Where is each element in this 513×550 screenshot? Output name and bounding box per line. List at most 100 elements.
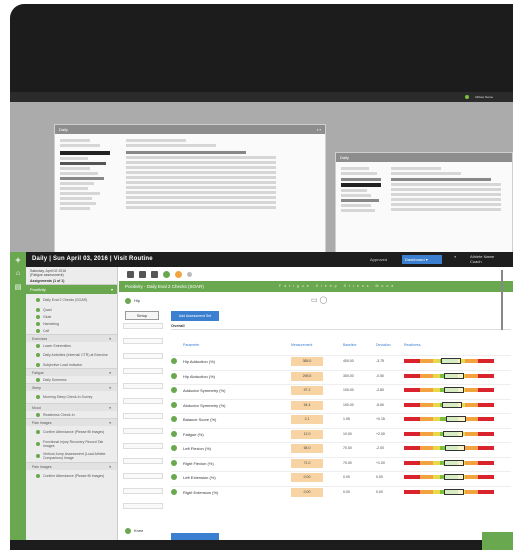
next-section-button[interactable] bbox=[171, 533, 219, 540]
sidebar-item-label: Subjective Load Indicator bbox=[43, 362, 83, 367]
print-comment-icons[interactable]: ▭ ◯ bbox=[311, 296, 327, 304]
setup-button[interactable]: Setup bbox=[125, 311, 159, 320]
add-assessment-button[interactable]: Add Assessment Set bbox=[171, 311, 219, 321]
readiness-segment bbox=[420, 446, 433, 450]
view-dropdown[interactable]: Dashboard ▾ bbox=[402, 255, 442, 264]
form-field-2[interactable] bbox=[123, 338, 163, 344]
form-field-9[interactable] bbox=[123, 443, 163, 449]
sidebar-group[interactable]: Exercises ▾ bbox=[26, 334, 117, 342]
readiness-marker bbox=[443, 387, 464, 393]
readiness-segment bbox=[404, 475, 421, 479]
column-header-measurement[interactable]: Measurement bbox=[291, 343, 312, 347]
sidebar-item[interactable]: Daily Activities (Internal/ CTR) at Exer… bbox=[26, 349, 117, 361]
background-panel-left-actions: ▪ ▪ bbox=[317, 127, 321, 132]
table-row[interactable]: Hip Abduction (%) 298.5 300.00 -0.50 bbox=[171, 369, 511, 381]
toolbar-button-3[interactable] bbox=[151, 270, 158, 278]
sidebar-item[interactable]: Daily Eval 2 Checks (SOAR) bbox=[26, 294, 117, 306]
readiness-bar bbox=[404, 387, 494, 393]
sidebar-item-label: Glute bbox=[43, 314, 52, 319]
warning-icon[interactable] bbox=[175, 270, 182, 278]
toolbar-button-1[interactable] bbox=[127, 270, 134, 278]
form-field-8[interactable] bbox=[123, 428, 163, 434]
sidebar-item[interactable]: Daily Soreness bbox=[26, 376, 117, 383]
main-content: Positivity - Daily Eval 2 Checks (SOAR) … bbox=[119, 267, 513, 540]
form-field-5[interactable] bbox=[123, 383, 163, 389]
sidebar-section-header[interactable]: Positivity ▾ bbox=[26, 285, 117, 294]
row-deviation: +0.15 bbox=[376, 417, 385, 421]
form-field-12[interactable] bbox=[123, 488, 163, 494]
row-baseline: 0.00 bbox=[343, 475, 350, 479]
form-field-1[interactable] bbox=[123, 323, 163, 329]
sidebar-item[interactable]: Confirm Attendance (Please fill images) bbox=[26, 426, 117, 438]
form-field-6[interactable] bbox=[123, 398, 163, 404]
sidebar-group-label: Pain Images bbox=[32, 465, 52, 469]
approved-link[interactable]: Approved bbox=[370, 257, 387, 262]
readiness-segment bbox=[477, 475, 494, 479]
sidebar-item[interactable]: Subjective Load Indicator bbox=[26, 361, 117, 368]
user-menu[interactable]: Athlete Name Coach bbox=[470, 254, 494, 264]
table-row[interactable]: Left Extension (%) 0.00 0.00 0.00 bbox=[171, 471, 511, 482]
toolbar-button-2[interactable] bbox=[139, 270, 146, 278]
table-row[interactable]: Left Flexion (%) 68.0 70.00 -2.00 bbox=[171, 442, 511, 453]
sidebar-item[interactable]: Morning Sleep Check-In Survey bbox=[26, 391, 117, 403]
form-field-13[interactable] bbox=[123, 503, 163, 509]
scrollbar[interactable] bbox=[501, 270, 503, 330]
table-row[interactable]: Adductor Symmetry (%) 97.2 100.00 -2.80 bbox=[171, 384, 511, 395]
info-icon[interactable] bbox=[187, 271, 192, 277]
print-icon[interactable]: ▤ bbox=[10, 281, 26, 295]
chevron-down-icon: ▾ bbox=[109, 465, 111, 469]
status-ok-icon[interactable] bbox=[163, 270, 170, 278]
sidebar-item[interactable]: Functional Injury Recovery Record Tab Im… bbox=[26, 438, 117, 450]
bell-icon[interactable]: ◔ bbox=[453, 255, 457, 261]
table-row[interactable]: Hip Adduction (%) 385.0 400.00 -3.75 bbox=[171, 355, 511, 366]
column-header-baseline[interactable]: Baseline bbox=[343, 343, 356, 347]
section-band-title: Positivity - Daily Eval 2 Checks (SOAR) bbox=[125, 284, 204, 289]
sidebar-item-label: Confirm Attendance (Please fill images) bbox=[43, 474, 105, 478]
sidebar-item[interactable]: Glute bbox=[26, 313, 117, 320]
table-row[interactable]: Right Flexion (%) 71.0 70.00 +1.00 bbox=[171, 456, 511, 468]
home-icon[interactable]: ⌂ bbox=[10, 267, 26, 281]
status-circle-icon bbox=[36, 474, 40, 478]
sidebar-group[interactable]: Fatigue ▾ bbox=[26, 368, 117, 376]
sidebar-item[interactable]: Vertical Jump Assessment (Load Athlete C… bbox=[26, 450, 117, 462]
form-field-4[interactable] bbox=[123, 368, 163, 374]
table-row[interactable]: Balance Score (%) 2.1 1.95 +0.15 bbox=[171, 413, 511, 424]
table-row[interactable]: Abductor Symmetry (%) 94.4 100.00 -5.60 bbox=[171, 398, 511, 410]
column-header-readiness[interactable]: Readiness bbox=[404, 343, 421, 347]
sidebar-list: Daily Eval 2 Checks (SOAR) Quad Glute Hamst… bbox=[26, 294, 117, 482]
sidebar-assignment-label: Assignments (1 of 1) bbox=[30, 279, 65, 283]
background-panel-right: Daily bbox=[335, 152, 513, 260]
sidebar-item[interactable]: Hamstring bbox=[26, 320, 117, 327]
row-label: Adductor Symmetry (%) bbox=[183, 388, 226, 393]
background-window-topbar: Athlete Name bbox=[10, 92, 513, 102]
form-field-3[interactable] bbox=[123, 353, 163, 359]
plus-icon[interactable]: + bbox=[10, 252, 26, 267]
status-circle-icon bbox=[36, 430, 40, 434]
table-row[interactable]: Fatigue (%) 12.0 10.00 +2.00 bbox=[171, 427, 511, 439]
sidebar-group[interactable]: Pain Images ▾ bbox=[26, 462, 117, 470]
readiness-segment bbox=[404, 402, 421, 407]
sidebar-item[interactable]: Confirm Attendance (Please fill images) bbox=[26, 470, 117, 482]
form-field-7[interactable] bbox=[123, 413, 163, 419]
chevron-down-icon: ▾ bbox=[109, 371, 111, 375]
sidebar-item[interactable]: Readiness Check-In bbox=[26, 411, 117, 418]
sidebar-group-label: Pain Images bbox=[32, 421, 52, 425]
sidebar-group[interactable]: Pain Images ▾ bbox=[26, 418, 117, 426]
row-measurement: 71.0 bbox=[291, 458, 323, 468]
sidebar-item[interactable]: Quad bbox=[26, 306, 117, 313]
column-header-parameter[interactable]: Parameter bbox=[183, 343, 199, 347]
row-measurement: 2.1 bbox=[291, 415, 323, 424]
sidebar-item[interactable]: Calf bbox=[26, 327, 117, 334]
table-row[interactable]: Right Extension (%) 0.00 0.00 0.00 bbox=[171, 485, 511, 497]
row-baseline: 400.00 bbox=[343, 359, 354, 363]
chevron-down-icon: ▾ bbox=[109, 421, 111, 425]
sidebar-item[interactable]: Lower Extremities bbox=[26, 342, 117, 349]
status-circle-icon bbox=[171, 387, 177, 393]
readiness-segment bbox=[432, 431, 440, 436]
status-circle-icon bbox=[125, 528, 131, 534]
sidebar-group[interactable]: Mood ▾ bbox=[26, 403, 117, 411]
column-header-deviation[interactable]: Deviation bbox=[376, 343, 391, 347]
sidebar-group[interactable]: Sleep ▾ bbox=[26, 383, 117, 391]
form-field-10[interactable] bbox=[123, 458, 163, 464]
form-field-11[interactable] bbox=[123, 473, 163, 479]
